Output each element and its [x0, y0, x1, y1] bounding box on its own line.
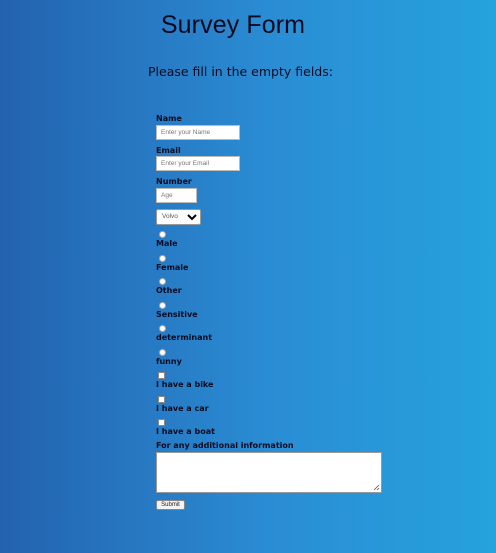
checkbox-label-car: I have a car: [156, 404, 209, 413]
chevron-down-icon: [187, 214, 197, 221]
additional-info-label: For any additional information: [156, 441, 294, 450]
page-title: Survey Form: [160, 11, 306, 39]
checkbox-bike[interactable]: [158, 372, 165, 379]
email-input[interactable]: [156, 156, 240, 171]
radio-label-funny: funny: [156, 357, 182, 366]
name-label: Name: [156, 114, 182, 123]
car-select-value: Volvo: [162, 213, 178, 220]
checkbox-label-bike: I have a bike: [156, 380, 214, 389]
additional-info-textarea[interactable]: [156, 452, 382, 493]
checkbox-car[interactable]: [158, 396, 165, 403]
radio-other[interactable]: [159, 278, 166, 285]
resize-handle-icon[interactable]: [373, 484, 380, 491]
email-label: Email: [156, 146, 181, 155]
radio-label-other: Other: [156, 286, 182, 295]
radio-label-female: Female: [156, 263, 189, 272]
checkbox-label-boat: I have a boat: [156, 427, 215, 436]
car-select[interactable]: Volvo: [156, 209, 201, 225]
radio-determinant[interactable]: [159, 325, 166, 332]
form-subtitle: Please fill in the empty fields:: [148, 64, 333, 79]
radio-label-sensitive: Sensitive: [156, 310, 198, 319]
radio-female[interactable]: [159, 255, 166, 262]
radio-sensitive[interactable]: [159, 302, 166, 309]
checkbox-boat[interactable]: [158, 419, 165, 426]
number-label: Number: [156, 177, 192, 186]
submit-button[interactable]: Submit: [156, 500, 185, 510]
radio-label-determinant: determinant: [156, 333, 213, 342]
radio-label-male: Male: [156, 239, 178, 248]
radio-funny[interactable]: [159, 349, 166, 356]
radio-male[interactable]: [159, 231, 166, 238]
age-input[interactable]: [156, 188, 197, 203]
name-input[interactable]: [156, 125, 240, 140]
